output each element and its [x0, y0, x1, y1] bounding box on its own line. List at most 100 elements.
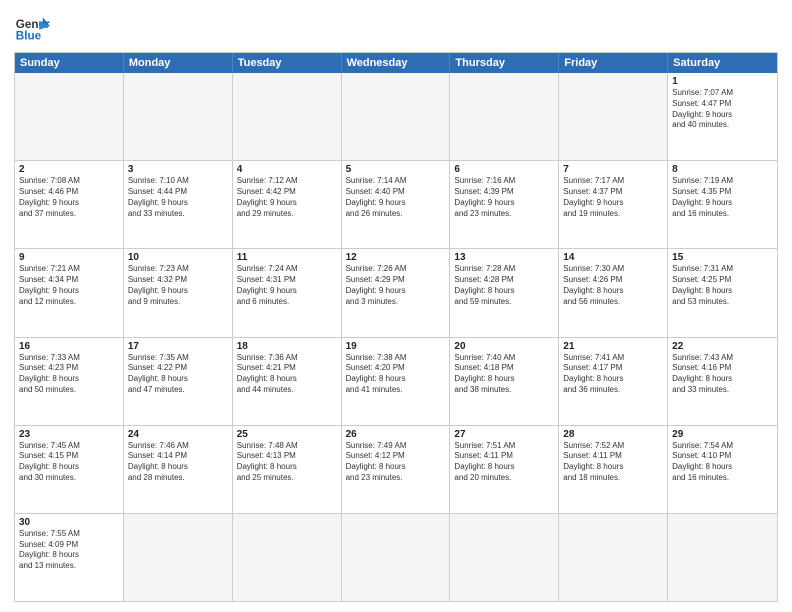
day-info: Sunrise: 7:55 AM Sunset: 4:09 PM Dayligh… — [19, 529, 119, 572]
day-info: Sunrise: 7:26 AM Sunset: 4:29 PM Dayligh… — [346, 264, 446, 307]
calendar-cell: 2Sunrise: 7:08 AM Sunset: 4:46 PM Daylig… — [15, 161, 124, 248]
logo-icon: General Blue — [14, 10, 50, 46]
day-number: 28 — [563, 429, 663, 440]
calendar-cell: 28Sunrise: 7:52 AM Sunset: 4:11 PM Dayli… — [559, 426, 668, 513]
day-info: Sunrise: 7:28 AM Sunset: 4:28 PM Dayligh… — [454, 264, 554, 307]
calendar-cell: 20Sunrise: 7:40 AM Sunset: 4:18 PM Dayli… — [450, 338, 559, 425]
svg-text:Blue: Blue — [16, 30, 42, 43]
calendar-cell: 14Sunrise: 7:30 AM Sunset: 4:26 PM Dayli… — [559, 249, 668, 336]
day-number: 20 — [454, 341, 554, 352]
calendar-cell — [124, 73, 233, 160]
header-day-saturday: Saturday — [668, 53, 777, 73]
calendar-week-0: 1Sunrise: 7:07 AM Sunset: 4:47 PM Daylig… — [15, 73, 777, 161]
calendar-week-2: 9Sunrise: 7:21 AM Sunset: 4:34 PM Daylig… — [15, 249, 777, 337]
day-info: Sunrise: 7:30 AM Sunset: 4:26 PM Dayligh… — [563, 264, 663, 307]
calendar-body: 1Sunrise: 7:07 AM Sunset: 4:47 PM Daylig… — [15, 73, 777, 601]
day-info: Sunrise: 7:41 AM Sunset: 4:17 PM Dayligh… — [563, 353, 663, 396]
day-number: 30 — [19, 517, 119, 528]
day-info: Sunrise: 7:40 AM Sunset: 4:18 PM Dayligh… — [454, 353, 554, 396]
day-number: 11 — [237, 252, 337, 263]
calendar-cell — [559, 73, 668, 160]
day-number: 13 — [454, 252, 554, 263]
day-info: Sunrise: 7:23 AM Sunset: 4:32 PM Dayligh… — [128, 264, 228, 307]
header-day-tuesday: Tuesday — [233, 53, 342, 73]
header: General Blue — [14, 10, 778, 46]
day-number: 22 — [672, 341, 773, 352]
calendar-cell — [450, 73, 559, 160]
day-info: Sunrise: 7:48 AM Sunset: 4:13 PM Dayligh… — [237, 441, 337, 484]
calendar-cell: 26Sunrise: 7:49 AM Sunset: 4:12 PM Dayli… — [342, 426, 451, 513]
calendar-cell: 5Sunrise: 7:14 AM Sunset: 4:40 PM Daylig… — [342, 161, 451, 248]
calendar-cell: 19Sunrise: 7:38 AM Sunset: 4:20 PM Dayli… — [342, 338, 451, 425]
day-info: Sunrise: 7:38 AM Sunset: 4:20 PM Dayligh… — [346, 353, 446, 396]
calendar-cell — [559, 514, 668, 601]
header-day-monday: Monday — [124, 53, 233, 73]
day-info: Sunrise: 7:10 AM Sunset: 4:44 PM Dayligh… — [128, 176, 228, 219]
calendar-week-1: 2Sunrise: 7:08 AM Sunset: 4:46 PM Daylig… — [15, 161, 777, 249]
day-info: Sunrise: 7:21 AM Sunset: 4:34 PM Dayligh… — [19, 264, 119, 307]
day-info: Sunrise: 7:33 AM Sunset: 4:23 PM Dayligh… — [19, 353, 119, 396]
day-info: Sunrise: 7:54 AM Sunset: 4:10 PM Dayligh… — [672, 441, 773, 484]
calendar-cell: 13Sunrise: 7:28 AM Sunset: 4:28 PM Dayli… — [450, 249, 559, 336]
calendar-cell: 11Sunrise: 7:24 AM Sunset: 4:31 PM Dayli… — [233, 249, 342, 336]
calendar-cell: 6Sunrise: 7:16 AM Sunset: 4:39 PM Daylig… — [450, 161, 559, 248]
day-info: Sunrise: 7:52 AM Sunset: 4:11 PM Dayligh… — [563, 441, 663, 484]
page: General Blue SundayMondayTuesdayWednesda… — [0, 0, 792, 612]
calendar-cell: 30Sunrise: 7:55 AM Sunset: 4:09 PM Dayli… — [15, 514, 124, 601]
day-number: 17 — [128, 341, 228, 352]
calendar-week-3: 16Sunrise: 7:33 AM Sunset: 4:23 PM Dayli… — [15, 338, 777, 426]
calendar-cell: 9Sunrise: 7:21 AM Sunset: 4:34 PM Daylig… — [15, 249, 124, 336]
calendar-cell — [450, 514, 559, 601]
day-number: 5 — [346, 164, 446, 175]
day-number: 16 — [19, 341, 119, 352]
day-number: 25 — [237, 429, 337, 440]
day-info: Sunrise: 7:07 AM Sunset: 4:47 PM Dayligh… — [672, 88, 773, 131]
day-info: Sunrise: 7:43 AM Sunset: 4:16 PM Dayligh… — [672, 353, 773, 396]
day-info: Sunrise: 7:12 AM Sunset: 4:42 PM Dayligh… — [237, 176, 337, 219]
header-day-sunday: Sunday — [15, 53, 124, 73]
calendar-cell: 15Sunrise: 7:31 AM Sunset: 4:25 PM Dayli… — [668, 249, 777, 336]
calendar-cell: 21Sunrise: 7:41 AM Sunset: 4:17 PM Dayli… — [559, 338, 668, 425]
calendar-cell: 12Sunrise: 7:26 AM Sunset: 4:29 PM Dayli… — [342, 249, 451, 336]
header-day-wednesday: Wednesday — [342, 53, 451, 73]
day-info: Sunrise: 7:51 AM Sunset: 4:11 PM Dayligh… — [454, 441, 554, 484]
day-info: Sunrise: 7:45 AM Sunset: 4:15 PM Dayligh… — [19, 441, 119, 484]
calendar-week-4: 23Sunrise: 7:45 AM Sunset: 4:15 PM Dayli… — [15, 426, 777, 514]
day-number: 15 — [672, 252, 773, 263]
day-number: 6 — [454, 164, 554, 175]
calendar-header: SundayMondayTuesdayWednesdayThursdayFrid… — [15, 53, 777, 73]
day-info: Sunrise: 7:49 AM Sunset: 4:12 PM Dayligh… — [346, 441, 446, 484]
calendar-cell: 25Sunrise: 7:48 AM Sunset: 4:13 PM Dayli… — [233, 426, 342, 513]
day-number: 7 — [563, 164, 663, 175]
calendar-cell: 16Sunrise: 7:33 AM Sunset: 4:23 PM Dayli… — [15, 338, 124, 425]
calendar-cell — [233, 73, 342, 160]
day-number: 23 — [19, 429, 119, 440]
calendar-cell — [342, 514, 451, 601]
day-info: Sunrise: 7:16 AM Sunset: 4:39 PM Dayligh… — [454, 176, 554, 219]
day-number: 9 — [19, 252, 119, 263]
logo: General Blue — [14, 10, 50, 46]
calendar-cell: 23Sunrise: 7:45 AM Sunset: 4:15 PM Dayli… — [15, 426, 124, 513]
calendar-cell: 10Sunrise: 7:23 AM Sunset: 4:32 PM Dayli… — [124, 249, 233, 336]
day-info: Sunrise: 7:46 AM Sunset: 4:14 PM Dayligh… — [128, 441, 228, 484]
day-number: 14 — [563, 252, 663, 263]
day-number: 29 — [672, 429, 773, 440]
calendar-cell: 29Sunrise: 7:54 AM Sunset: 4:10 PM Dayli… — [668, 426, 777, 513]
day-number: 1 — [672, 76, 773, 87]
header-day-thursday: Thursday — [450, 53, 559, 73]
day-number: 19 — [346, 341, 446, 352]
calendar-cell — [15, 73, 124, 160]
calendar-cell: 17Sunrise: 7:35 AM Sunset: 4:22 PM Dayli… — [124, 338, 233, 425]
calendar-cell: 4Sunrise: 7:12 AM Sunset: 4:42 PM Daylig… — [233, 161, 342, 248]
calendar-cell: 22Sunrise: 7:43 AM Sunset: 4:16 PM Dayli… — [668, 338, 777, 425]
day-number: 2 — [19, 164, 119, 175]
day-number: 12 — [346, 252, 446, 263]
day-info: Sunrise: 7:35 AM Sunset: 4:22 PM Dayligh… — [128, 353, 228, 396]
day-info: Sunrise: 7:14 AM Sunset: 4:40 PM Dayligh… — [346, 176, 446, 219]
day-info: Sunrise: 7:08 AM Sunset: 4:46 PM Dayligh… — [19, 176, 119, 219]
calendar-cell: 27Sunrise: 7:51 AM Sunset: 4:11 PM Dayli… — [450, 426, 559, 513]
day-number: 26 — [346, 429, 446, 440]
calendar-cell: 8Sunrise: 7:19 AM Sunset: 4:35 PM Daylig… — [668, 161, 777, 248]
calendar-cell: 1Sunrise: 7:07 AM Sunset: 4:47 PM Daylig… — [668, 73, 777, 160]
calendar-cell: 3Sunrise: 7:10 AM Sunset: 4:44 PM Daylig… — [124, 161, 233, 248]
